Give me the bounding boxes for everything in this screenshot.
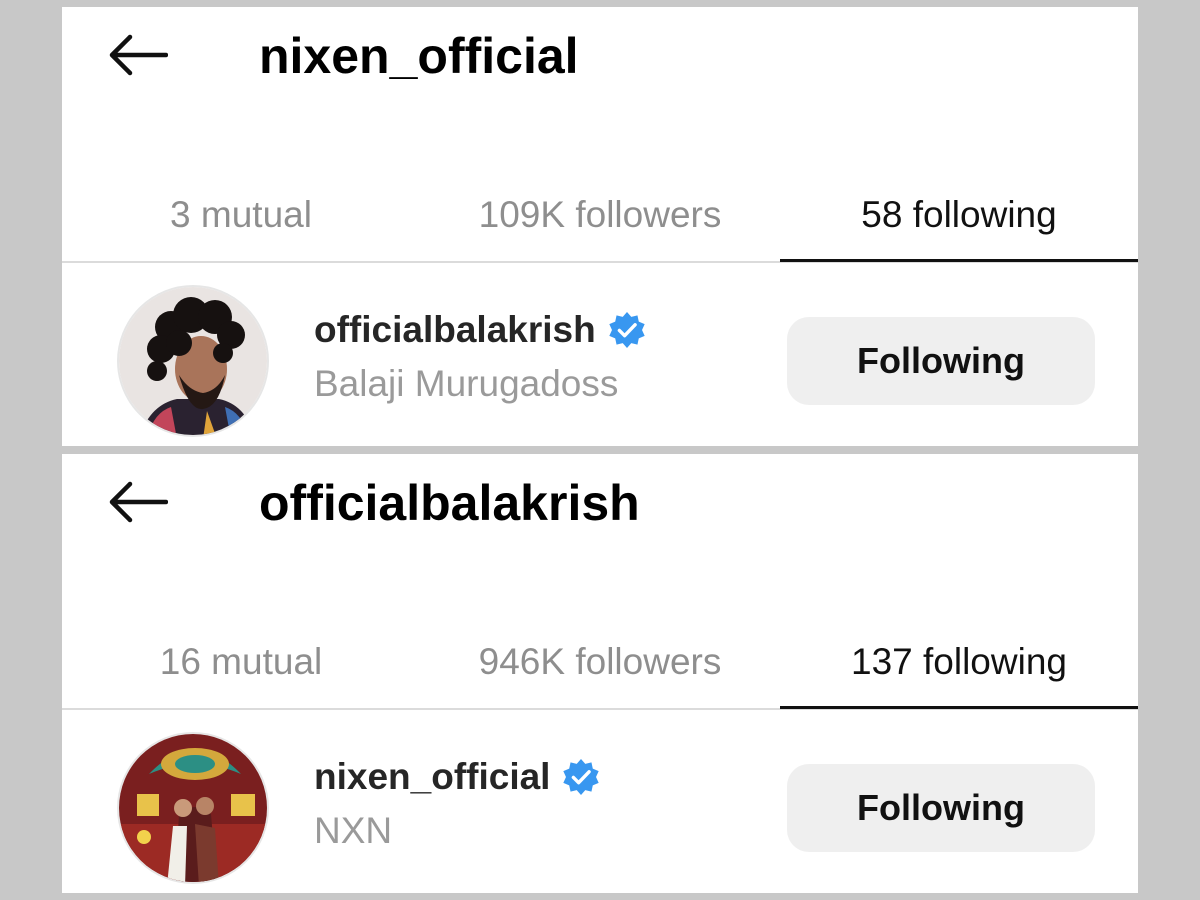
username-link[interactable]: officialbalakrish: [314, 309, 646, 351]
profile-following-panel-1: nixen_official 3 mutual 109K followers 5…: [62, 7, 1138, 446]
avatar[interactable]: [117, 285, 269, 437]
back-arrow-icon: [109, 481, 168, 523]
page-title: nixen_official: [259, 28, 579, 84]
full-name: Balaji Murugadoss: [314, 363, 619, 404]
header: nixen_official: [62, 7, 1138, 107]
page-title: officialbalakrish: [259, 475, 640, 531]
full-name: NXN: [314, 810, 393, 851]
tab-mutual[interactable]: 3 mutual: [62, 167, 420, 262]
tab-following[interactable]: 137 following: [780, 614, 1138, 709]
active-tab-indicator: [780, 706, 1138, 709]
back-button[interactable]: [102, 472, 172, 532]
follow-tabs: 16 mutual 946K followers 137 following: [62, 614, 1138, 709]
tab-followers[interactable]: 946K followers: [420, 614, 780, 709]
tab-followers[interactable]: 109K followers: [420, 167, 780, 262]
list-item: nixen_official NXN Following: [62, 712, 1138, 893]
verified-badge-icon: [563, 758, 600, 796]
following-button[interactable]: Following: [787, 764, 1095, 852]
following-button[interactable]: Following: [787, 317, 1095, 405]
tab-mutual[interactable]: 16 mutual: [62, 614, 420, 709]
active-tab-indicator: [780, 259, 1138, 262]
header: officialbalakrish: [62, 454, 1138, 554]
back-arrow-icon: [109, 34, 168, 76]
username: officialbalakrish: [314, 309, 596, 350]
list-item: officialbalakrish Balaji Murugadoss Foll…: [62, 265, 1138, 446]
follow-tabs: 3 mutual 109K followers 58 following: [62, 167, 1138, 262]
username: nixen_official: [314, 756, 551, 797]
username-link[interactable]: nixen_official: [314, 756, 600, 798]
avatar[interactable]: [117, 732, 269, 884]
profile-following-panel-2: officialbalakrish 16 mutual 946K followe…: [62, 454, 1138, 893]
verified-badge-icon: [609, 311, 645, 349]
back-button[interactable]: [102, 25, 172, 85]
tab-following[interactable]: 58 following: [780, 167, 1138, 262]
